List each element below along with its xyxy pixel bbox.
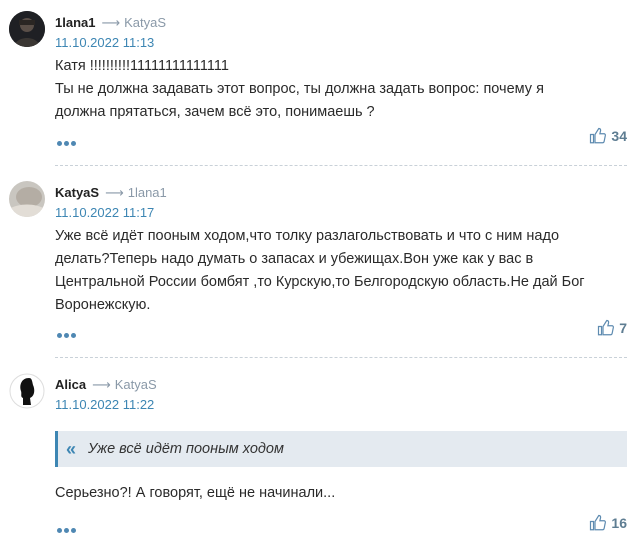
likes-count: 16 — [611, 515, 627, 531]
comment-author: 1lana1 ⟶ KatyaS — [55, 15, 166, 31]
user-photo-icon — [9, 11, 45, 47]
comment-date[interactable]: 11.10.2022 11:17 — [55, 205, 154, 220]
comment-author: KatyaS ⟶ 1lana1 — [55, 185, 167, 201]
avatar[interactable] — [9, 181, 45, 217]
thumbs-up-icon — [590, 127, 607, 144]
author-name[interactable]: KatyaS — [55, 185, 99, 200]
thumbs-up-icon — [590, 514, 607, 531]
likes-count: 34 — [611, 128, 627, 144]
avatar[interactable] — [9, 11, 45, 47]
comment-line: Ты не должна задавать этот вопрос, ты до… — [55, 81, 544, 97]
more-options-icon[interactable] — [57, 520, 78, 538]
comment-line: Катя !!!!!!!!!!11111111111111 — [55, 58, 229, 74]
comment-text: Уже всё идёт пооным ходом,что толку разл… — [55, 225, 627, 317]
reply-arrow-icon: ⟶ — [101, 15, 121, 30]
user-photo-icon — [9, 181, 45, 217]
comment-line: делать?Теперь надо думать о запасах и уб… — [55, 251, 534, 267]
reply-to-name[interactable]: 1lana1 — [128, 185, 167, 200]
comment-line: Центральной России бомбят ,то Курскую,то… — [55, 274, 585, 290]
author-name[interactable]: 1lana1 — [55, 15, 95, 30]
divider — [55, 165, 627, 166]
reply-to-name[interactable]: KatyaS — [115, 377, 157, 392]
like-button[interactable]: 7 — [597, 319, 627, 337]
author-name[interactable]: Alica — [55, 377, 86, 392]
reply-arrow-icon: ⟶ — [105, 185, 124, 200]
comment-date[interactable]: 11.10.2022 11:13 — [55, 35, 154, 50]
user-photo-icon — [9, 373, 45, 409]
divider — [55, 357, 627, 358]
thumbs-up-icon — [598, 319, 615, 336]
quoted-text-block: « Уже всё идёт пооным ходом — [55, 431, 627, 467]
avatar[interactable] — [9, 373, 45, 409]
like-button[interactable]: 16 — [589, 514, 627, 532]
comment-text: Серьезно?! А говорят, ещё не начинали... — [55, 482, 627, 505]
comment-text: Катя !!!!!!!!!!11111111111111 Ты не долж… — [55, 55, 627, 124]
quote-icon: « — [65, 438, 76, 459]
reply-to-name[interactable]: KatyaS — [124, 15, 166, 30]
likes-count: 7 — [619, 320, 627, 336]
reply-arrow-icon: ⟶ — [92, 377, 111, 392]
like-button[interactable]: 34 — [589, 127, 627, 145]
comment-date[interactable]: 11.10.2022 11:22 — [55, 397, 154, 412]
comment-line: Воронежскую. — [55, 297, 151, 313]
comment-author: Alica ⟶ KatyaS — [55, 377, 157, 393]
more-options-icon[interactable] — [57, 325, 78, 343]
comment-line: Уже всё идёт пооным ходом,что толку разл… — [55, 228, 560, 244]
comment-line: должна прятаться, зачем всё это, понимае… — [55, 104, 375, 120]
comment-line: Серьезно?! А говорят, ещё не начинали... — [55, 485, 336, 501]
quote-text: Уже всё идёт пооным ходом — [88, 441, 284, 457]
more-options-icon[interactable] — [57, 133, 78, 151]
